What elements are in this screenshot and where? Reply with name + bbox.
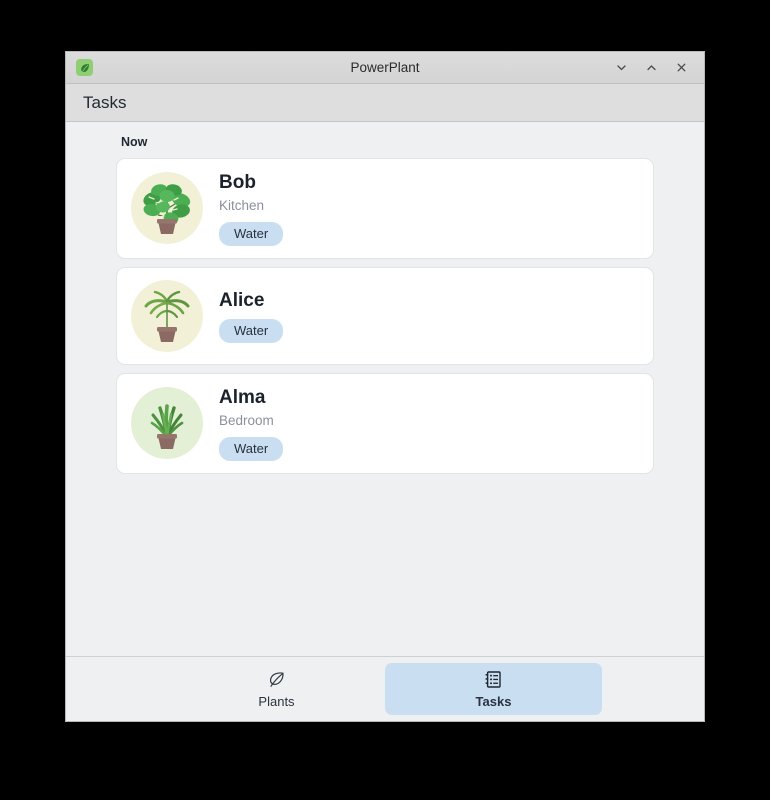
- bottom-navigation: Plants Tasks: [66, 656, 704, 721]
- close-button[interactable]: [670, 57, 692, 79]
- plant-name: Bob: [219, 172, 256, 193]
- task-card[interactable]: Alice Water: [116, 266, 654, 365]
- palm-plant-icon: [144, 290, 190, 342]
- nav-label-plants: Plants: [258, 693, 295, 709]
- plant-name: Alice: [219, 289, 265, 311]
- plant-name: Alma: [219, 386, 266, 408]
- badge-row: Water: [219, 222, 284, 246]
- aloe-plant-icon: [150, 404, 184, 450]
- plant-location: Bedroom: [219, 412, 274, 428]
- app-leaf-icon: [76, 59, 93, 76]
- title-bar[interactable]: PowerPlant: [66, 52, 704, 84]
- task-card-body: Bob Kitchen Water: [219, 171, 284, 246]
- task-card-list: Bob Kitchen Water Alice Water Alma Bedro…: [66, 158, 704, 474]
- task-card-body: Alice Water: [219, 289, 284, 344]
- avatar: [131, 279, 203, 352]
- nav-label-tasks: Tasks: [475, 693, 512, 709]
- badge-row: Water: [219, 437, 284, 461]
- minimize-button[interactable]: [610, 57, 632, 79]
- plant-location: Kitchen: [219, 197, 265, 213]
- maximize-button[interactable]: [640, 57, 662, 79]
- task-badge-water[interactable]: Water: [219, 222, 284, 246]
- task-card-body: Alma Bedroom Water: [219, 386, 284, 461]
- badge-row: Water: [219, 319, 284, 344]
- window-controls: [610, 57, 698, 79]
- monstera-plant-icon: [143, 184, 191, 235]
- nav-item-plants[interactable]: Plants: [168, 663, 385, 715]
- list-notebook-icon: [484, 670, 503, 690]
- window-title: PowerPlant: [350, 60, 420, 75]
- section-label-now: Now: [121, 135, 148, 149]
- task-list-area: Now Bob Kitchen Water Alice Water Alma B…: [66, 122, 704, 656]
- task-badge-water[interactable]: Water: [219, 437, 284, 461]
- page-header: Tasks: [66, 84, 704, 122]
- avatar: [131, 387, 203, 460]
- task-card[interactable]: Alma Bedroom Water: [116, 372, 654, 474]
- app-window: PowerPlant Tasks Now Bob Kitchen Water A…: [65, 51, 705, 722]
- avatar: [131, 172, 203, 245]
- nav-item-tasks[interactable]: Tasks: [385, 663, 602, 715]
- leaf-outline-icon: [267, 670, 286, 690]
- page-title: Tasks: [83, 92, 127, 112]
- task-badge-water[interactable]: Water: [219, 319, 284, 344]
- task-card[interactable]: Bob Kitchen Water: [116, 158, 654, 259]
